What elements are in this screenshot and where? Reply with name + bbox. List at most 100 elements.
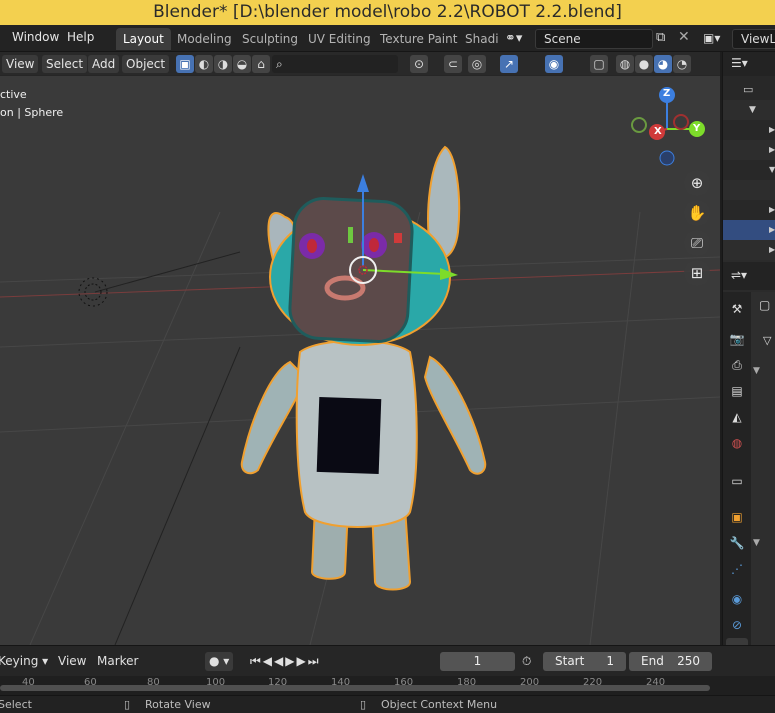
properties-tabs: ⚒ 📷 ⎙ ▤ ◭ ◍ ▭ ▣ 🔧 ⋰ ◉ ⊘ ▽	[723, 292, 751, 645]
copy-icon[interactable]: ⧉	[656, 30, 665, 45]
expand-icon[interactable]: ▼	[769, 160, 775, 180]
right-panel: ☰▾ ▭ ▼ ▶ ▶ ▼ ▶ ▶ ▶ ⇌▾ ⚒ 📷 ⎙ ▤ ◭ ◍ ▭ ▣ 🔧 …	[722, 52, 775, 645]
object-tab-icon[interactable]: ▣	[726, 506, 748, 528]
world-icon[interactable]: ◍	[726, 432, 748, 454]
rendered-shading-icon[interactable]: ◔	[673, 55, 691, 73]
add-menu[interactable]: Add	[88, 55, 120, 73]
outliner-row[interactable]: ▭	[723, 80, 775, 100]
select-subtract-icon[interactable]: ◑	[214, 55, 232, 73]
particles-icon[interactable]: ⋰	[726, 558, 748, 580]
snap-icon[interactable]: ⊂	[444, 55, 462, 73]
menu-window[interactable]: Window	[12, 30, 59, 44]
data-icon[interactable]: ▽	[726, 638, 748, 645]
preview-range-icon[interactable]: ⏱	[522, 652, 531, 671]
end-label: End	[641, 654, 664, 668]
current-frame-field[interactable]: 1	[440, 652, 515, 671]
expand-icon[interactable]: ▶	[769, 240, 775, 260]
viewport-header: View Select Add Object ▣ ◐ ◑ ◒ ⌂ ⌕ ⊙ ⊂ ◎…	[0, 52, 720, 76]
properties-editor-icon[interactable]: ⇌▾	[731, 268, 747, 282]
outliner-row[interactable]: ▼	[723, 160, 775, 180]
auto-keying-icon[interactable]: ● ▾	[205, 652, 234, 671]
outliner-row[interactable]: ▶	[723, 120, 775, 140]
expand-icon[interactable]: ▼	[749, 100, 756, 120]
start-value: 1	[606, 654, 614, 668]
tab-sculpting[interactable]: Sculpting	[235, 28, 305, 50]
keying-menu[interactable]: Keying ▾	[0, 652, 48, 671]
physics-icon[interactable]: ◉	[726, 588, 748, 610]
gizmo-x-label: X	[654, 126, 662, 137]
timeline: Keying ▾ View Marker ● ▾ ⏮◀◀▶▶⏭ 1 ⏱ Star…	[0, 645, 775, 696]
select-menu[interactable]: Select	[42, 55, 88, 73]
gizmo-icon[interactable]: ↗	[500, 55, 518, 73]
tab-layout[interactable]: Layout	[116, 28, 171, 50]
3d-viewport[interactable]: View Select Add Object ▣ ◐ ◑ ◒ ⌂ ⌕ ⊙ ⊂ ◎…	[0, 52, 720, 645]
search-icon[interactable]: ⌕	[272, 55, 398, 73]
light-icon	[78, 277, 108, 307]
collection-tab-icon[interactable]: ▭	[726, 470, 748, 492]
expand-icon[interactable]: ▶	[769, 220, 775, 240]
select-mode-icon[interactable]: ▣	[176, 55, 194, 73]
viewport-object-text: on | Sphere	[0, 106, 64, 119]
timeline-view-menu[interactable]: View	[58, 652, 86, 671]
select-intersect-icon[interactable]: ⌂	[252, 55, 270, 73]
object-menu[interactable]: Object	[122, 55, 170, 73]
status-context: Object Context Menu	[381, 698, 498, 711]
transform-pivot-icon[interactable]: ⊙	[410, 55, 428, 73]
zoom-icon[interactable]: ⊕	[684, 170, 710, 196]
select-invert-icon[interactable]: ◒	[233, 55, 251, 73]
timeline-scrollbar[interactable]	[0, 685, 710, 691]
status-bar: Select ▯ Rotate View ▯ Object Context Me…	[0, 695, 775, 713]
expand-icon[interactable]: ▶	[769, 140, 775, 160]
collection-icon: ▭	[743, 83, 754, 96]
viewport-mode-text: ctive	[0, 88, 27, 101]
view-layer-icon[interactable]: ▣▾	[703, 31, 720, 45]
material-shading-icon[interactable]: ◕	[654, 55, 672, 73]
tab-shading[interactable]: Shadi	[458, 28, 506, 50]
playback-controls[interactable]: ⏮◀◀▶▶⏭	[250, 652, 321, 671]
xray-icon[interactable]: ▢	[590, 55, 608, 73]
camera-icon[interactable]: ⎚	[684, 230, 710, 256]
marker-menu[interactable]: Marker	[97, 652, 138, 671]
tab-modeling[interactable]: Modeling	[170, 28, 239, 50]
outliner-row[interactable]	[723, 180, 775, 200]
outliner[interactable]: ☰▾ ▭ ▼ ▶ ▶ ▼ ▶ ▶ ▶	[723, 52, 775, 260]
scene-tab-icon[interactable]: ◭	[726, 406, 748, 428]
end-frame-field[interactable]: End 250	[629, 652, 712, 671]
overlay-icon[interactable]: ◉	[545, 55, 563, 73]
scene-icon[interactable]: ⚭▾	[505, 31, 522, 46]
outliner-row[interactable]: ▼	[723, 100, 775, 120]
view-layer-tab-icon[interactable]: ▤	[726, 380, 748, 402]
panel-expand-icon[interactable]: ▼	[753, 366, 760, 376]
tab-uv-editing[interactable]: UV Editing	[301, 28, 378, 50]
mouse-right-icon: ▯	[360, 698, 367, 711]
solid-shading-icon[interactable]: ●	[635, 55, 653, 73]
top-bar: Window Help Layout Modeling Sculpting UV…	[0, 25, 775, 52]
render-icon[interactable]: 📷	[726, 328, 748, 350]
outliner-row-selected[interactable]: ▶	[723, 220, 775, 240]
hand-icon[interactable]: ✋	[684, 200, 710, 226]
constraints-icon[interactable]: ⊘	[726, 614, 748, 636]
wrench-icon[interactable]: 🔧	[726, 532, 748, 554]
scene-selector[interactable]: Scene	[535, 29, 653, 49]
select-extend-icon[interactable]: ◐	[195, 55, 213, 73]
outliner-row[interactable]: ▶	[723, 240, 775, 260]
outliner-row[interactable]: ▶	[723, 200, 775, 220]
tab-texture-paint[interactable]: Texture Paint	[373, 28, 464, 50]
wireframe-shading-icon[interactable]: ◍	[616, 55, 634, 73]
proportional-edit-icon[interactable]: ◎	[468, 55, 486, 73]
start-frame-field[interactable]: Start 1	[543, 652, 626, 671]
close-icon[interactable]: ✕	[678, 29, 690, 45]
tool-icon[interactable]: ⚒	[726, 298, 748, 320]
properties-content: ▢ ▽ ▼ ▼	[751, 292, 775, 645]
panel-expand-icon[interactable]: ▼	[753, 538, 760, 548]
menu-help[interactable]: Help	[67, 30, 94, 44]
outliner-row[interactable]: ▶	[723, 140, 775, 160]
output-icon[interactable]: ⎙	[726, 354, 748, 376]
grid-icon[interactable]: ⊞	[684, 260, 710, 286]
editor-type-icon[interactable]: ☰▾	[731, 56, 748, 70]
view-layer-selector[interactable]: ViewLa	[732, 29, 775, 49]
keying-label: Keying	[0, 654, 39, 668]
view-menu[interactable]: View	[2, 55, 39, 73]
expand-icon[interactable]: ▶	[769, 120, 775, 140]
expand-icon[interactable]: ▶	[769, 200, 775, 220]
